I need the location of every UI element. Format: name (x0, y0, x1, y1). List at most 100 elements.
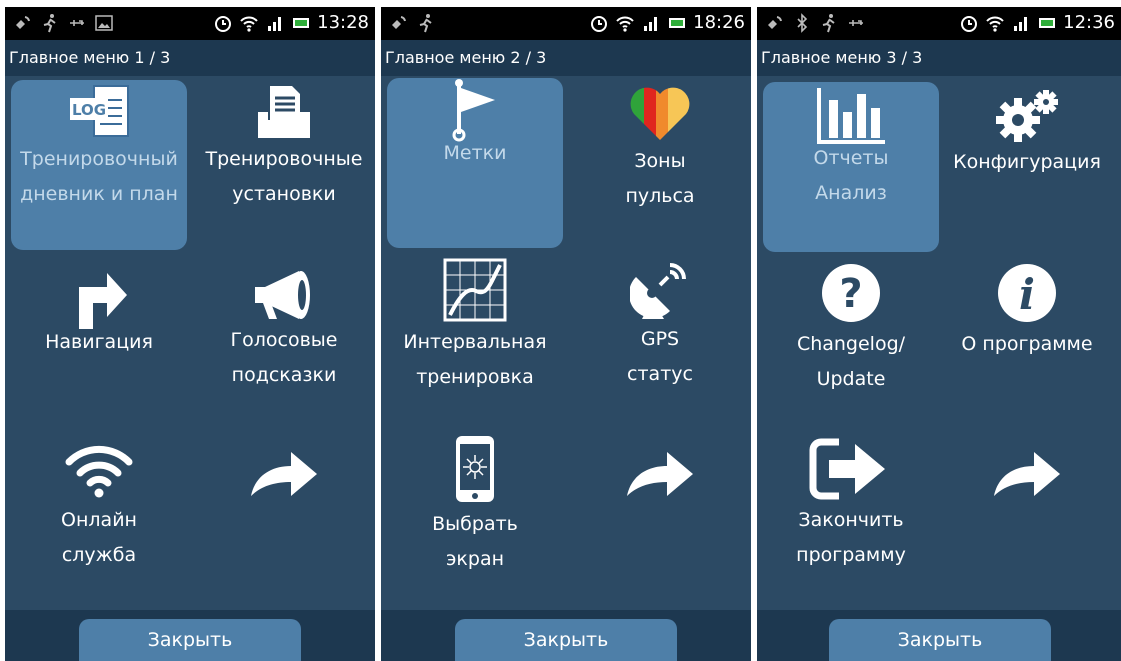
screen-1: 13:28 Главное меню 1 / 3 LOG Тренировочн… (5, 7, 375, 661)
status-bar: 13:28 (5, 7, 375, 40)
menu-item-label: Онлайн (61, 509, 137, 531)
menu-item-voice-hints[interactable]: Голосовые подсказки (196, 255, 372, 425)
bluetooth-icon (797, 13, 808, 33)
menu-title-bar: Главное меню 1 / 3 (5, 40, 375, 76)
megaphone-icon (255, 271, 310, 319)
menu-item-marks[interactable]: Метки (387, 78, 563, 248)
close-button[interactable]: Закрыть (829, 619, 1051, 661)
menu-item-training-settings[interactable]: Тренировочные установки (196, 80, 372, 250)
question-icon: ? (822, 264, 880, 322)
battery-icon (1039, 18, 1056, 28)
menu-item-heart-rate-zones[interactable]: Зоны пульса (572, 78, 748, 248)
menu-item-label: Голосовые (230, 329, 338, 351)
alarm-icon (591, 16, 608, 32)
runner-icon (419, 14, 432, 33)
menu-item-exit[interactable]: Закончить программу (763, 432, 939, 602)
log-icon: LOG (70, 85, 129, 137)
menu-item-changelog[interactable]: ? Changelog/ Update (763, 257, 939, 427)
menu-item-label: Навигация (45, 331, 153, 353)
menu-item-training-diary[interactable]: LOG Тренировочный дневник и план (11, 80, 187, 250)
wifi-status-icon (240, 16, 258, 32)
menu-item-sublabel: дневник и план (20, 183, 178, 205)
menu-item-online-service[interactable]: Онлайн служба (11, 432, 187, 602)
runner-icon (822, 14, 835, 33)
menu-item-sublabel: служба (61, 544, 137, 566)
usb-icon (849, 20, 863, 26)
bottom-bar: Закрыть (5, 610, 375, 661)
image-icon (95, 15, 113, 31)
interval-chart-icon (443, 258, 507, 322)
svg-text:?: ? (839, 271, 862, 317)
menu-item-label: Интервальная (403, 331, 547, 353)
wifi-status-icon (986, 16, 1004, 32)
bottom-bar: Закрыть (757, 610, 1121, 661)
page-title: Главное меню 1 / 3 (9, 48, 171, 67)
wifi-status-icon (616, 16, 634, 32)
next-page-button[interactable] (939, 432, 1115, 602)
menu-item-label: Отчеты (813, 147, 889, 169)
alarm-icon (215, 16, 232, 32)
menu-item-reports[interactable]: Отчеты Анализ (763, 82, 939, 252)
svg-text:LOG: LOG (72, 101, 106, 119)
forward-arrow-icon (994, 452, 1060, 496)
wifi-icon (65, 445, 133, 498)
menu-item-about[interactable]: i О программе (939, 257, 1115, 427)
exit-icon (809, 438, 885, 500)
document-tray-icon (258, 86, 310, 138)
menu-item-interval-training[interactable]: Интервальная тренировка (387, 255, 563, 425)
next-page-button[interactable] (196, 432, 372, 602)
status-bar: 18:26 (381, 7, 751, 40)
bar-chart-icon (817, 88, 885, 144)
status-time: 12:36 (1063, 12, 1115, 33)
turn-right-arrow-icon (79, 273, 127, 329)
menu-item-sublabel: пульса (625, 185, 695, 207)
satellite-dish-icon (630, 263, 686, 319)
menu-item-label: Метки (443, 142, 507, 164)
status-bar: 12:36 (757, 7, 1121, 40)
flag-icon (452, 79, 495, 142)
battery-icon (293, 18, 310, 28)
menu-item-sublabel: статус (627, 363, 693, 385)
signal-icon (644, 17, 658, 31)
menu-item-sublabel: Анализ (815, 182, 887, 204)
menu-item-navigation[interactable]: Навигация (11, 255, 187, 425)
forward-arrow-icon (627, 452, 693, 496)
forward-arrow-icon (251, 452, 317, 496)
info-icon: i (998, 264, 1056, 322)
menu-item-label: GPS (640, 328, 680, 350)
menu-item-label: Выбрать (432, 513, 518, 535)
menu-item-sublabel: подсказки (231, 364, 337, 386)
close-button[interactable]: Закрыть (79, 619, 301, 661)
status-time: 13:28 (317, 12, 369, 33)
close-button[interactable]: Закрыть (455, 619, 677, 661)
menu-item-choose-screen[interactable]: Выбрать экран (387, 432, 563, 602)
menu-item-label: Changelog/ (796, 333, 906, 355)
phone-screen-icon (456, 436, 494, 502)
menu-item-gps-status[interactable]: GPS статус (572, 255, 748, 425)
menu-item-label: Конфигурация (953, 151, 1101, 173)
menu-item-label: Закончить (798, 509, 904, 531)
satellite-status-icon (768, 16, 782, 29)
usb-icon (70, 20, 84, 26)
signal-icon (268, 17, 282, 31)
status-time: 18:26 (693, 12, 745, 33)
runner-icon (43, 14, 56, 33)
screen-2: 18:26 Главное меню 2 / 3 Метки Зоны пуль… (381, 7, 751, 661)
svg-text:i: i (1019, 270, 1035, 319)
page-title: Главное меню 3 / 3 (761, 48, 923, 67)
gears-icon (996, 90, 1058, 142)
satellite-status-icon (392, 16, 406, 29)
menu-item-label: Тренировочные (205, 148, 363, 170)
alarm-icon (961, 16, 978, 32)
screen-3: 12:36 Главное меню 3 / 3 Отчеты Анализ К… (757, 7, 1121, 661)
battery-icon (669, 18, 686, 28)
menu-item-sublabel: экран (445, 548, 505, 570)
signal-icon (1014, 17, 1028, 31)
page-title: Главное меню 2 / 3 (385, 48, 547, 67)
menu-item-label: Тренировочный (20, 148, 178, 170)
menu-item-label: О программе (961, 333, 1093, 355)
menu-item-configuration[interactable]: Конфигурация (939, 82, 1115, 252)
menu-item-sublabel: тренировка (416, 366, 534, 388)
next-page-button[interactable] (572, 432, 748, 602)
menu-item-sublabel: Update (816, 368, 886, 390)
